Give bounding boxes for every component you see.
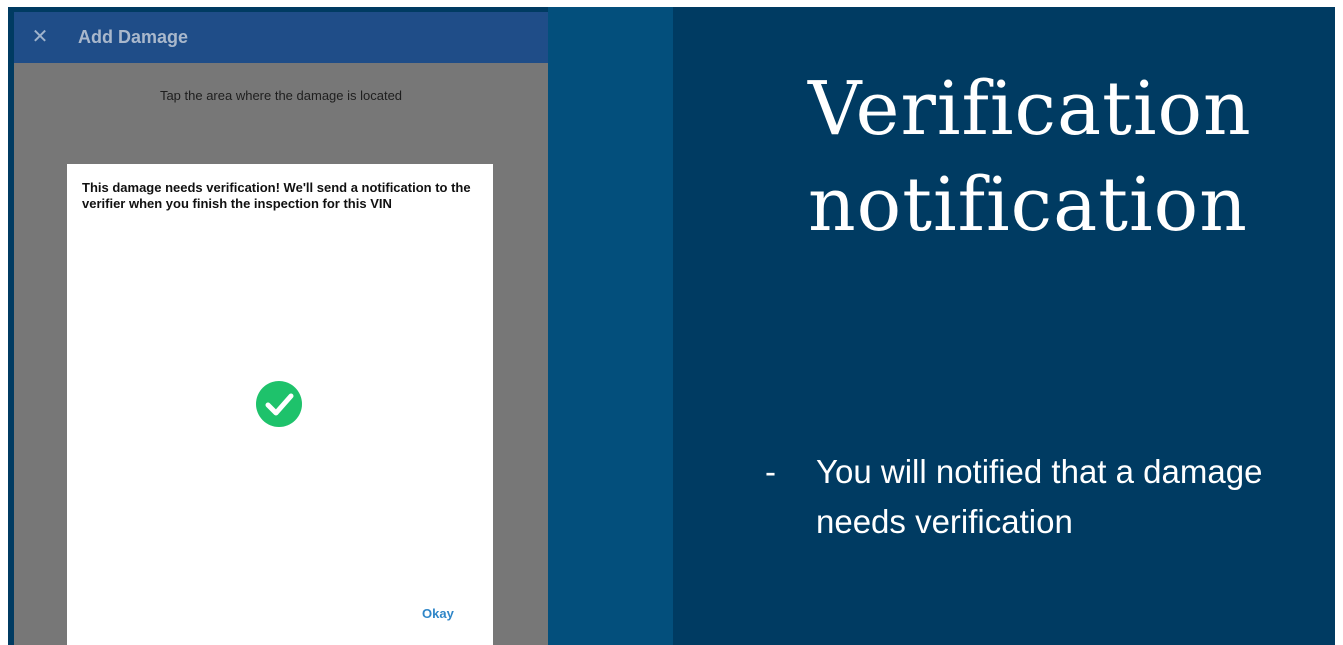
bullet-text: You will notified that a damage needs ve… (816, 453, 1263, 540)
instruction-text: Tap the area where the damage is located (159, 88, 403, 103)
check-circle-icon (256, 381, 302, 427)
close-button[interactable]: ✕ (28, 25, 52, 49)
presentation-slide: ✕ Add Damage Tap the area where the dama… (8, 7, 1335, 645)
slide-divider-band (548, 7, 673, 645)
app-screenshot: ✕ Add Damage Tap the area where the dama… (14, 12, 548, 645)
app-bar: ✕ Add Damage (14, 12, 548, 63)
slide-title-line-2: notification (808, 162, 1248, 248)
app-bar-title: Add Damage (78, 27, 189, 47)
okay-button[interactable]: Okay (422, 606, 454, 621)
verification-dialog: This damage needs verification! We'll se… (67, 164, 493, 645)
slide-title: Verification notification (808, 61, 1252, 253)
slide-title-line-1: Verification (808, 66, 1252, 152)
bullet-marker: - (765, 453, 776, 490)
dialog-message: This damage needs verification! We'll se… (82, 180, 471, 211)
